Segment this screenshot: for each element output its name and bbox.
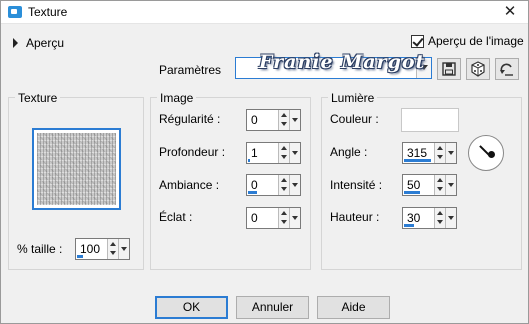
ok-button[interactable]: OK bbox=[155, 296, 228, 319]
shine-value: 0 bbox=[251, 211, 258, 225]
depth-value: 1 bbox=[251, 146, 258, 160]
save-icon bbox=[442, 62, 456, 76]
light-color-swatch[interactable] bbox=[401, 108, 459, 132]
color-label: Couleur : bbox=[330, 112, 379, 126]
chevron-down-icon[interactable] bbox=[445, 208, 456, 228]
intensity-spinbox[interactable]: 50 bbox=[402, 174, 457, 196]
checkbox-checked-icon[interactable] bbox=[411, 34, 424, 48]
random-parameters-button[interactable] bbox=[466, 58, 490, 80]
spin-updown-icon[interactable] bbox=[278, 110, 289, 130]
texture-swatch[interactable] bbox=[32, 128, 121, 210]
ambiance-spinbox[interactable]: 0 bbox=[246, 174, 301, 196]
intensity-label: Intensité : bbox=[330, 178, 383, 192]
angle-spinbox[interactable]: 315 bbox=[402, 142, 457, 164]
regularity-spinbox[interactable]: 0 bbox=[246, 109, 301, 131]
light-group-title: Lumière bbox=[328, 91, 378, 105]
show-preview-label: Aperçu de l'image bbox=[428, 34, 524, 48]
ambiance-level-bar bbox=[248, 191, 258, 194]
ambiance-value: 0 bbox=[251, 178, 258, 192]
preview-expander-label: Aperçu bbox=[26, 36, 65, 50]
spin-updown-icon[interactable] bbox=[434, 175, 445, 195]
reset-defaults-button[interactable] bbox=[495, 58, 519, 80]
window-title: Texture bbox=[28, 5, 68, 19]
size-value: 100 bbox=[80, 242, 101, 256]
size-level-bar bbox=[77, 255, 84, 258]
spin-updown-icon[interactable] bbox=[278, 208, 289, 228]
presets-label: Paramètres bbox=[159, 63, 222, 77]
depth-label: Profondeur : bbox=[159, 145, 226, 159]
spin-updown-icon[interactable] bbox=[278, 175, 289, 195]
spin-updown-icon[interactable] bbox=[107, 239, 118, 259]
chevron-down-icon[interactable] bbox=[118, 239, 129, 259]
reset-icon bbox=[500, 63, 513, 76]
angle-label: Angle : bbox=[330, 145, 368, 159]
size-label: % taille : bbox=[17, 242, 63, 256]
spin-updown-icon[interactable] bbox=[278, 143, 289, 163]
help-button[interactable]: Aide bbox=[317, 296, 390, 319]
save-preset-button[interactable] bbox=[437, 58, 461, 80]
expand-triangle-icon bbox=[13, 38, 18, 48]
chevron-down-icon[interactable] bbox=[445, 143, 456, 163]
texture-preview-image bbox=[37, 133, 116, 205]
angle-value: 315 bbox=[407, 146, 428, 160]
spin-updown-icon[interactable] bbox=[434, 208, 445, 228]
texture-dialog: Texture ✕ Aperçu Aperçu de l'image Param… bbox=[0, 0, 529, 324]
height-spinbox[interactable]: 30 bbox=[402, 207, 457, 229]
height-value: 30 bbox=[407, 211, 421, 225]
shine-spinbox[interactable]: 0 bbox=[246, 207, 301, 229]
ambiance-label: Ambiance : bbox=[159, 178, 220, 192]
dial-pointer-icon bbox=[488, 151, 495, 158]
show-preview-checkbox[interactable]: Aperçu de l'image bbox=[411, 34, 524, 48]
depth-spinbox[interactable]: 1 bbox=[246, 142, 301, 164]
close-button[interactable]: ✕ bbox=[498, 2, 522, 22]
height-level-bar bbox=[404, 224, 415, 227]
app-icon bbox=[8, 6, 22, 18]
chevron-down-icon[interactable] bbox=[289, 175, 300, 195]
chevron-down-icon[interactable] bbox=[289, 208, 300, 228]
preview-expander[interactable]: Aperçu bbox=[13, 36, 64, 50]
angle-dial[interactable] bbox=[468, 135, 504, 171]
spin-updown-icon[interactable] bbox=[434, 143, 445, 163]
texture-group-title: Texture bbox=[15, 91, 61, 105]
regularity-value: 0 bbox=[251, 113, 258, 127]
chevron-down-icon[interactable] bbox=[289, 143, 300, 163]
shine-label: Éclat : bbox=[159, 210, 193, 224]
chevron-down-icon[interactable] bbox=[289, 110, 300, 130]
title-bar: Texture ✕ bbox=[1, 1, 528, 24]
random-dice-icon bbox=[471, 61, 485, 77]
intensity-level-bar bbox=[404, 191, 420, 194]
depth-level-bar bbox=[248, 159, 250, 162]
size-spinbox[interactable]: 100 bbox=[75, 238, 130, 260]
intensity-value: 50 bbox=[407, 178, 421, 192]
cancel-button[interactable]: Annuler bbox=[236, 296, 309, 319]
chevron-down-icon[interactable] bbox=[445, 175, 456, 195]
regularity-label: Régularité : bbox=[159, 112, 221, 126]
height-label: Hauteur : bbox=[330, 210, 380, 224]
image-group-title: Image bbox=[157, 91, 197, 105]
watermark-signature: Franie Margot bbox=[259, 51, 426, 73]
angle-level-bar bbox=[404, 159, 432, 162]
